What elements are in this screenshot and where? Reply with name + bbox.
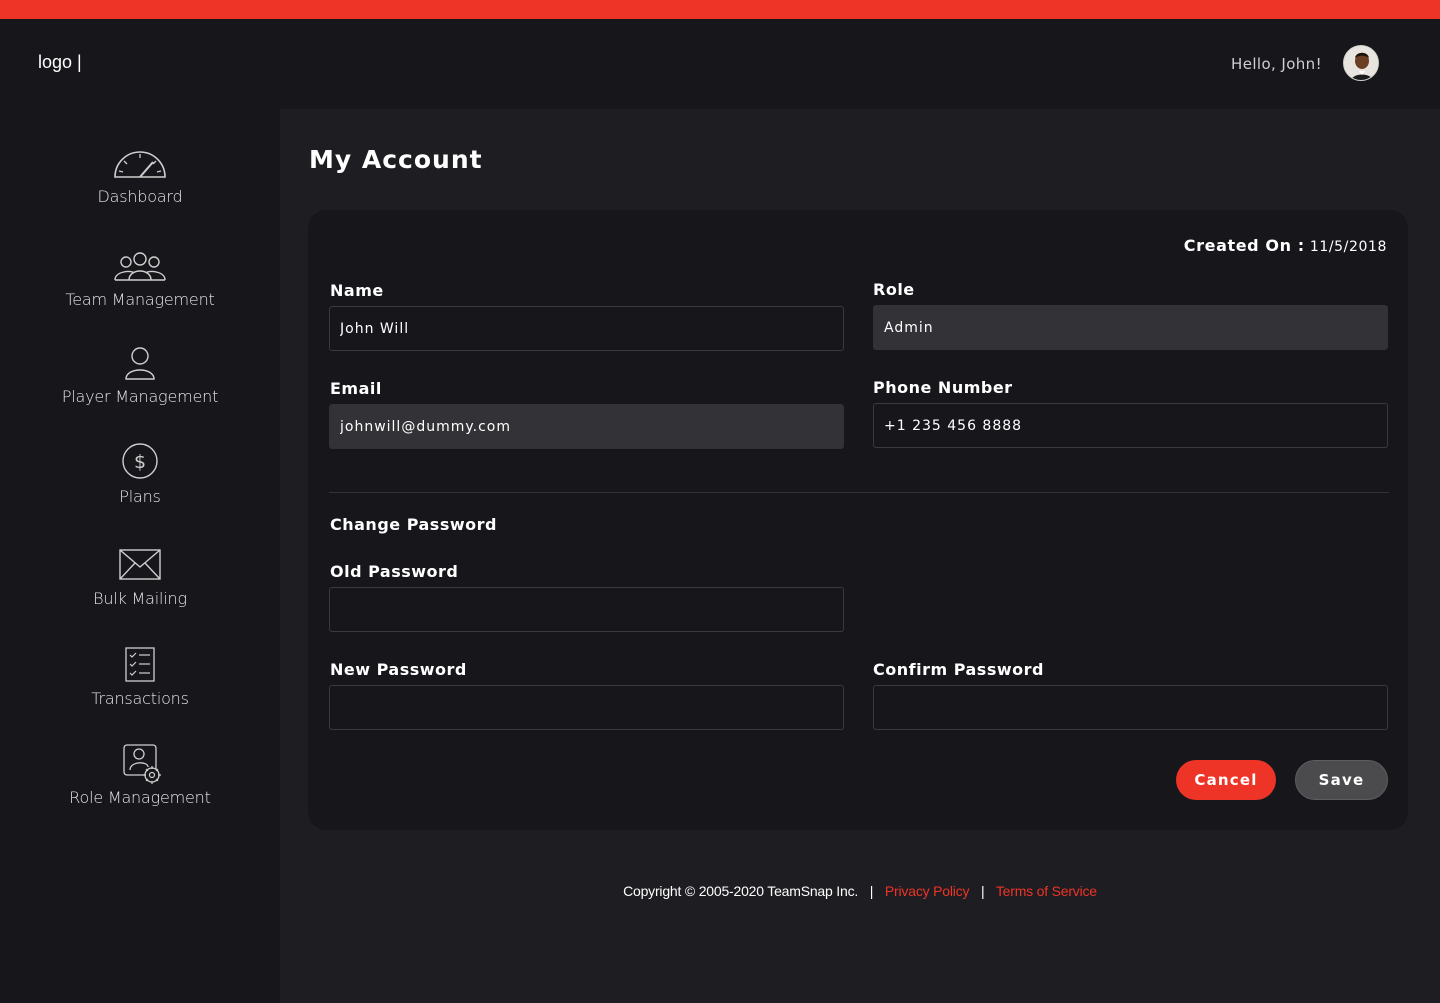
email-field [329,404,844,449]
sidebar-item-team-management[interactable]: Team Management [0,244,280,309]
sidebar-item-dashboard[interactable]: Dashboard [0,141,280,206]
sidebar-item-role-management[interactable]: Role Management [0,742,280,807]
cancel-button[interactable]: Cancel [1176,760,1276,800]
change-password-title: Change Password [330,515,497,534]
section-divider [329,492,1389,493]
checklist-icon [110,643,170,687]
sidebar-item-player-management[interactable]: Player Management [0,341,280,406]
phone-field[interactable] [873,403,1388,448]
svg-text:$: $ [134,451,146,473]
confirm-password-label: Confirm Password [873,660,1044,679]
sidebar-item-plans[interactable]: $ Plans [0,441,280,506]
main-content: My Account Created On : 11/5/2018 Name R… [280,109,1440,1003]
footer: Copyright © 2005-2020 TeamSnap Inc. | Pr… [280,883,1440,899]
copyright-text: Copyright © 2005-2020 TeamSnap Inc. [623,883,859,899]
sidebar-item-label: Dashboard [97,187,183,206]
user-greeting: Hello, John! [1231,55,1322,73]
name-field[interactable] [329,306,844,351]
footer-separator: | [869,883,874,899]
sidebar-item-transactions[interactable]: Transactions [0,643,280,708]
speedometer-icon [110,141,170,185]
sidebar-item-label: Role Management [69,788,211,807]
new-password-label: New Password [330,660,467,679]
terms-of-service-link[interactable]: Terms of Service [996,883,1097,899]
team-icon [110,244,170,288]
phone-label: Phone Number [873,378,1013,397]
role-label: Role [873,280,915,299]
created-on-label: Created On : [1183,236,1305,255]
sidebar-item-bulk-mailing[interactable]: Bulk Mailing [0,543,280,608]
role-field [873,305,1388,350]
top-accent-bar [0,0,1440,19]
old-password-field[interactable] [329,587,844,632]
created-on: Created On : 11/5/2018 [1184,236,1387,255]
sidebar-item-label: Bulk Mailing [93,589,187,608]
dollar-icon: $ [110,441,170,485]
sidebar-item-label: Transactions [91,689,189,708]
footer-separator: | [980,883,985,899]
new-password-field[interactable] [329,685,844,730]
email-label: Email [330,379,382,398]
envelope-icon [110,543,170,587]
app-header: logo | Hello, John! [0,19,1440,109]
privacy-policy-link[interactable]: Privacy Policy [885,883,970,899]
old-password-label: Old Password [330,562,459,581]
confirm-password-field[interactable] [873,685,1388,730]
user-settings-icon [110,742,170,786]
user-icon [110,341,170,385]
avatar-image [1344,46,1378,80]
save-button[interactable]: Save [1295,760,1388,800]
page-title: My Account [309,145,483,174]
sidebar-item-label: Team Management [65,290,215,309]
sidebar: Dashboard Team Management Player Managem… [0,109,280,1003]
sidebar-item-label: Player Management [61,387,219,406]
avatar[interactable] [1343,45,1379,81]
logo[interactable]: logo | [38,52,82,73]
created-on-value: 11/5/2018 [1309,239,1387,255]
account-card: Created On : 11/5/2018 Name Role Email P… [308,210,1408,830]
sidebar-item-label: Plans [119,487,161,506]
name-label: Name [330,281,384,300]
